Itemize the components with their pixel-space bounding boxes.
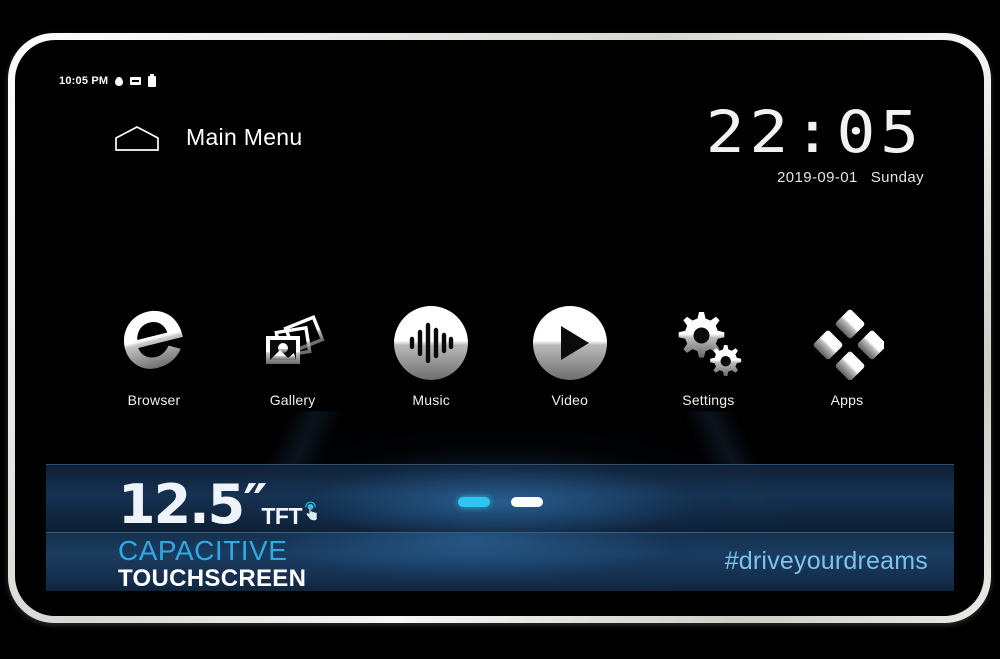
clock-date: 2019-09-01 <box>776 168 858 186</box>
app-grid: Browser Gallery Music Video Settings App… <box>98 306 903 408</box>
app-label-video: Video <box>551 392 589 408</box>
page-dot-1[interactable] <box>457 497 490 507</box>
capacitive-touchscreen-strip: CAPACITIVE TOUCHSCREEN #driveyourdreams <box>46 532 954 591</box>
page-title: Main Menu <box>186 124 303 150</box>
sd-card-icon <box>130 77 142 85</box>
promo-band <box>46 464 954 533</box>
capacitive-label: CAPACITIVE <box>118 535 288 566</box>
screen-header: Main Menu 22:05 2019-09-01 Sunday <box>46 102 954 212</box>
touchscreen-label: TOUCHSCREEN <box>118 565 307 591</box>
app-item-apps[interactable]: Apps <box>791 306 903 408</box>
device-frame: 10:05 PM Main Menu 22:05 2019-09-01 Sunda… <box>8 33 991 623</box>
hashtag-slogan: #driveyourdreams <box>724 547 928 575</box>
clock-widget: 22:05 2019-09-01 Sunday <box>706 102 924 186</box>
home-icon[interactable] <box>114 125 160 151</box>
clock-time: 22:05 <box>706 98 924 166</box>
status-bar: 10:05 PM <box>46 66 954 96</box>
photo-gallery-icon[interactable] <box>256 306 330 380</box>
apps-diamonds-icon[interactable] <box>810 306 887 381</box>
device-bezel-inner: 10:05 PM Main Menu 22:05 2019-09-01 Sunda… <box>15 40 984 616</box>
app-label-settings: Settings <box>682 392 735 408</box>
edge-browser-icon[interactable] <box>117 306 191 380</box>
app-label-music: Music <box>412 392 450 408</box>
battery-icon <box>148 73 157 87</box>
app-label-browser: Browser <box>127 392 181 408</box>
location-drop-icon <box>115 76 124 86</box>
app-item-gallery[interactable]: Gallery <box>237 306 349 408</box>
capacitive-text-block: CAPACITIVE TOUCHSCREEN <box>118 537 306 591</box>
main-menu-title-group[interactable]: Main Menu <box>114 124 302 151</box>
app-item-video[interactable]: Video <box>514 306 626 408</box>
gears-settings-icon[interactable] <box>671 306 745 380</box>
app-label-apps: Apps <box>830 392 864 408</box>
video-play-icon[interactable] <box>532 306 607 380</box>
clock-weekday: Sunday <box>870 168 924 186</box>
page-indicator <box>46 497 954 507</box>
clock-date-row: 2019-09-01 Sunday <box>729 169 924 186</box>
app-item-browser[interactable]: Browser <box>98 306 210 408</box>
page-dot-2[interactable] <box>510 497 543 507</box>
music-waveform-icon[interactable] <box>394 306 469 380</box>
app-item-music[interactable]: Music <box>375 306 487 408</box>
app-item-settings[interactable]: Settings <box>652 306 764 408</box>
head-unit-screen: 10:05 PM Main Menu 22:05 2019-09-01 Sunda… <box>46 66 954 591</box>
app-label-gallery: Gallery <box>269 392 316 408</box>
status-bar-time: 10:05 PM <box>59 75 109 87</box>
